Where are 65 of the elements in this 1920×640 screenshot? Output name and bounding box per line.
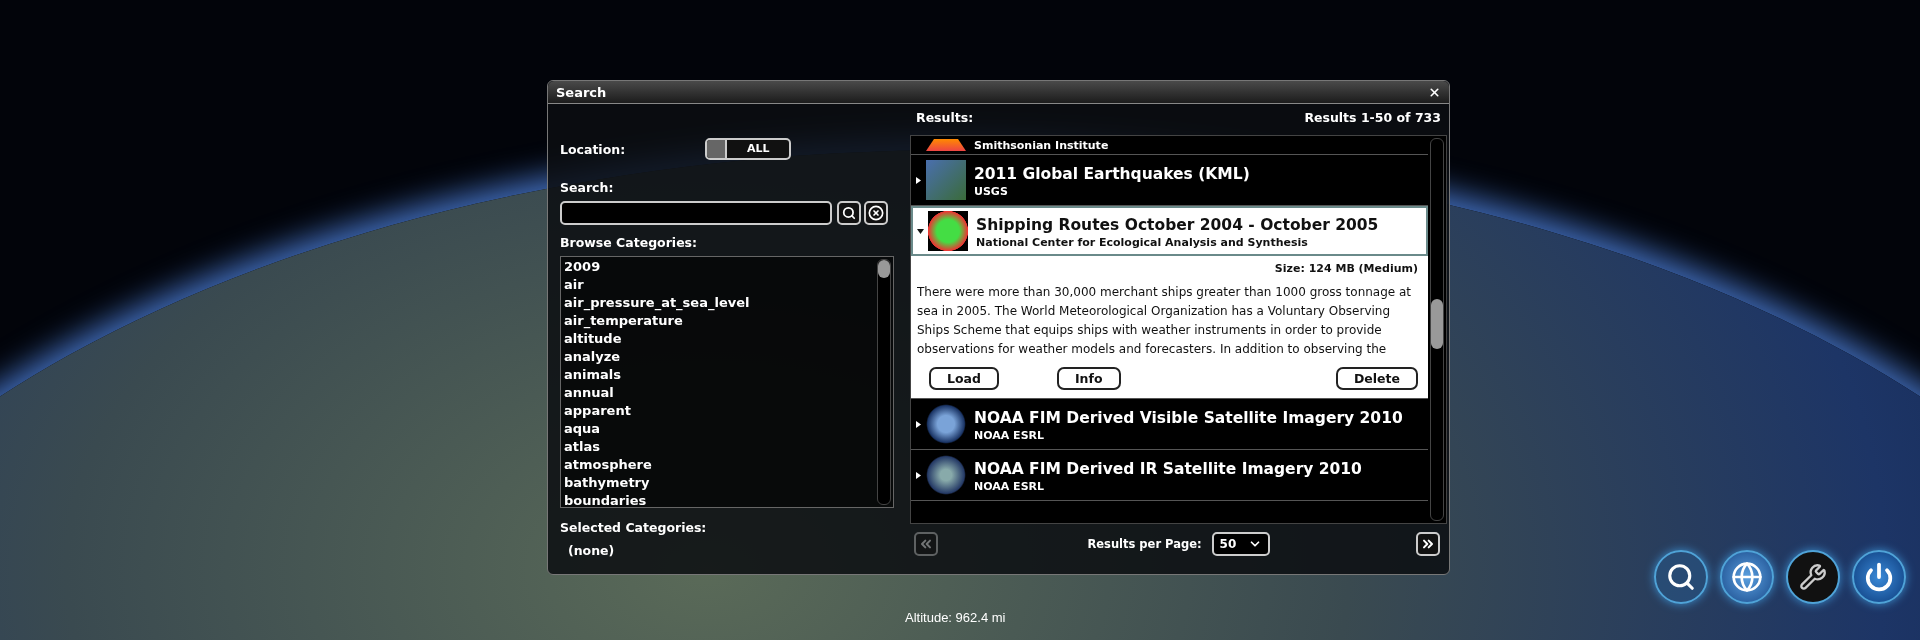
category-item[interactable]: air — [564, 276, 872, 294]
location-toggle[interactable]: ALL — [705, 138, 792, 160]
magnifier-icon — [1666, 562, 1696, 592]
result-action-button[interactable]: Delete — [1335, 367, 1418, 390]
clear-icon — [868, 205, 884, 221]
result-title: NOAA FIM Derived IR Satellite Imagery 2010 — [974, 458, 1362, 480]
category-item[interactable]: aqua — [564, 420, 872, 438]
globe-icon — [1731, 561, 1763, 593]
clear-button[interactable] — [864, 201, 888, 225]
caret-right-icon[interactable] — [915, 176, 922, 184]
thumbnail-image — [926, 455, 966, 495]
result-title: Shipping Routes October 2004 - October 2005 — [976, 214, 1379, 236]
result-item[interactable] — [911, 206, 1428, 399]
result-action-button[interactable]: Load — [929, 367, 999, 390]
search-field[interactable] — [560, 201, 832, 225]
results-per-page-label: Results per Page: — [1087, 537, 1202, 551]
result-title: 2011 Global Earthquakes (KML) — [974, 163, 1250, 185]
browse-label: Browse Categories: — [560, 235, 699, 250]
category-item[interactable]: air_pressure_at_sea_level — [564, 294, 872, 312]
wrench-icon — [1799, 563, 1827, 591]
search-button[interactable] — [837, 201, 861, 225]
category-item[interactable]: atmosphere — [564, 456, 872, 474]
result-source: Smithsonian Institute — [974, 138, 1109, 152]
thumbnail-image — [926, 139, 966, 151]
dialog-title: Search — [556, 84, 607, 100]
result-title: NOAA FIM Derived Visible Satellite Imagery 2010 — [974, 407, 1403, 429]
caret-down-icon[interactable] — [917, 227, 924, 235]
close-icon[interactable] — [1428, 85, 1441, 99]
category-item[interactable]: 2009 — [564, 258, 872, 276]
caret-right-icon[interactable] — [915, 471, 922, 479]
result-source: National Center for Ecological Analysis and Synthesis — [976, 235, 1309, 249]
result-size: Size: 124 MB (Medium) — [1273, 262, 1418, 275]
altitude-readout: Altitude: 962.4 mi — [905, 610, 1006, 625]
result-source: NOAA ESRL — [974, 428, 1046, 442]
results-count: Results 1-50 of 733 — [1304, 110, 1441, 125]
per-page-select[interactable]: 50 — [1211, 532, 1270, 556]
scrollbar[interactable] — [1430, 138, 1444, 521]
selected-categories-value: (none) — [568, 543, 616, 558]
results-label: Results: — [916, 110, 974, 125]
search-label: Search: — [560, 180, 614, 195]
category-item[interactable]: annual — [564, 384, 872, 402]
category-item[interactable]: altitude — [564, 330, 872, 348]
thumbnail-image — [926, 404, 966, 444]
category-item[interactable]: analyze — [564, 348, 872, 366]
selected-categories-label: Selected Categories: — [560, 520, 708, 535]
thumbnail-image — [926, 160, 966, 200]
scrollbar[interactable] — [877, 259, 891, 505]
search-icon — [842, 206, 856, 220]
location-label: Location: — [560, 141, 626, 157]
power-icon — [1864, 562, 1894, 592]
search-button[interactable] — [1654, 550, 1708, 604]
result-item[interactable]: Smithsonian Institute — [911, 136, 1428, 155]
result-action-button[interactable]: Info — [1056, 367, 1121, 390]
caret-right-icon[interactable] — [915, 420, 922, 428]
next-page-button[interactable] — [1416, 532, 1440, 556]
category-item[interactable]: air_temperature — [564, 312, 872, 330]
result-source: NOAA ESRL — [974, 479, 1046, 493]
category-item[interactable]: apparent — [564, 402, 872, 420]
result-source: USGS — [974, 184, 1009, 198]
category-item[interactable]: bathymetry — [564, 474, 872, 492]
category-item[interactable]: atlas — [564, 438, 872, 456]
category-item[interactable]: animals — [564, 366, 872, 384]
result-description: There were more than 30,000 merchant ships greater than 1000 gross tonnage at sea in 2005. The World Meteorological Organization has a Voluntary Observing Ships Scheme that equips ships with weather instruments in order to provide observations for weather models and forecasters. In addition to observing the — [917, 284, 1413, 358]
category-item[interactable]: boundaries — [564, 492, 872, 507]
thumbnail-image — [928, 211, 968, 251]
